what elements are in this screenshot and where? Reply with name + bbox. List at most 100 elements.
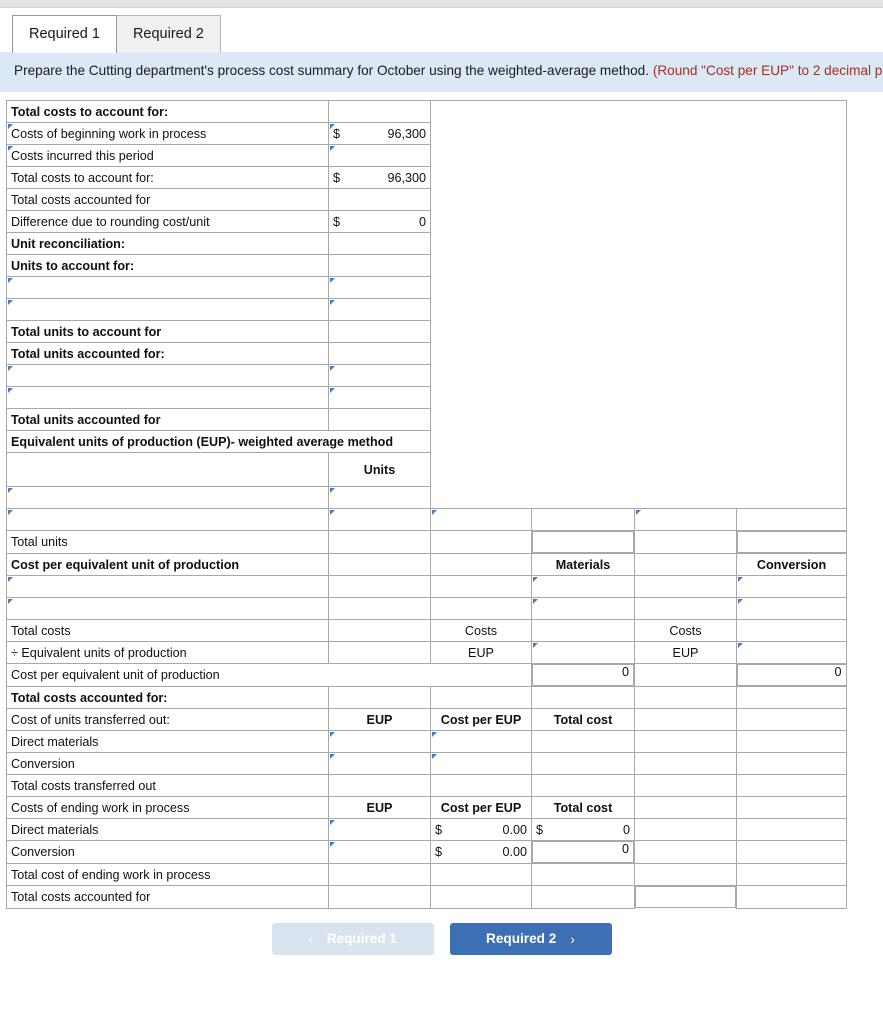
transferred-conversion-cost[interactable] (430, 752, 532, 775)
previous-required-button[interactable]: ‹ Required 1 (271, 922, 434, 955)
value: 0 (622, 822, 630, 837)
table-row: Total units (6, 530, 847, 554)
next-required-button[interactable]: Required 2 › (449, 922, 612, 955)
transferred-conversion-label: Conversion (6, 752, 329, 775)
currency-symbol: $ (435, 822, 443, 837)
ending-wip-h-cost: Cost per EUP (430, 796, 532, 819)
divide-eup-mid2: EUP (634, 641, 737, 664)
cpeu-row2-materials[interactable] (531, 597, 635, 620)
eup-col-blank (6, 452, 329, 487)
ending-direct-materials-total: $0 (531, 818, 635, 841)
transferred-out-c4 (634, 708, 737, 731)
currency-symbol: $ (333, 214, 341, 229)
cpeu-row2-label[interactable] (6, 597, 329, 620)
divide-eup-conversion[interactable] (736, 641, 847, 664)
total-costs-transferred-out-label: Total costs transferred out (6, 774, 329, 797)
eup-total-materials (532, 531, 634, 553)
instruction-banner: Prepare the Cutting department's process… (0, 52, 883, 92)
eup-total-conversion (737, 531, 847, 553)
cpeu-row1-materials[interactable] (531, 575, 635, 598)
units-account-row2-value[interactable] (328, 298, 431, 321)
transferred-conversion-total (531, 752, 635, 775)
ending-direct-materials-eup[interactable] (328, 818, 431, 841)
total-costs-transferred-out-c5 (736, 774, 847, 797)
total-costs-c1 (328, 619, 431, 642)
cpeu-row1-label[interactable] (6, 575, 329, 598)
ending-direct-materials-c4 (634, 818, 737, 841)
total-units-accounted-for-value (328, 408, 431, 431)
units-accounted-row1-label[interactable] (6, 364, 329, 387)
row-costs-beginning-wip-value[interactable]: $96,300 (328, 122, 431, 145)
section1-title-spacer (328, 100, 431, 123)
transferred-direct-materials-cost[interactable] (430, 730, 532, 753)
ending-wip-c4 (634, 796, 737, 819)
units-account-row2-label[interactable] (6, 298, 329, 321)
units-accounted-row2-label[interactable] (6, 386, 329, 409)
cpeu-result-conversion: 0 (737, 664, 847, 686)
total-costs-transferred-out-eup (328, 774, 431, 797)
table-row: Direct materials (6, 730, 847, 753)
section5-spacer-3 (531, 686, 635, 709)
total-cost-ending-wip-label: Total cost of ending work in process (6, 863, 329, 886)
chevron-right-icon: › (570, 930, 575, 947)
row-total-costs-account-value: $96,300 (328, 166, 431, 189)
cpeu-row2-conversion[interactable] (736, 597, 847, 620)
row-costs-beginning-wip-label[interactable]: Costs of beginning work in process (6, 122, 329, 145)
row-total-costs-account-label: Total costs to account for: (6, 166, 329, 189)
transferred-direct-materials-eup[interactable] (328, 730, 431, 753)
transferred-conversion-c5 (736, 752, 847, 775)
tab-required-1[interactable]: Required 1 (12, 15, 117, 53)
eup-row1-label[interactable] (6, 486, 329, 509)
eup-row2-units[interactable] (328, 508, 431, 531)
total-costs-mid1: Costs (430, 619, 532, 642)
ending-conversion-total: 0 (532, 841, 634, 863)
units-accounted-row1-value[interactable] (328, 364, 431, 387)
window-top-strip (0, 0, 883, 8)
eup-row1-units[interactable] (328, 486, 431, 509)
next-required-label: Required 2 (486, 931, 557, 946)
worksheet-container: Total costs to account for: Costs of beg… (0, 92, 883, 909)
divide-eup-c1 (328, 641, 431, 664)
ending-wip-c5 (736, 796, 847, 819)
eup-row2-pct-conversion[interactable] (634, 508, 737, 531)
table-row: Costs of ending work in process EUP Cost… (6, 796, 847, 819)
table-row: Total costs accounted for (6, 885, 847, 909)
eup-total-units-label: Total units (6, 530, 329, 554)
eup-row2-pct-materials[interactable] (430, 508, 532, 531)
ending-wip-label: Costs of ending work in process (6, 796, 329, 819)
eup-total-pct-materials (430, 530, 532, 554)
row-costs-incurred-label[interactable]: Costs incurred this period (6, 144, 329, 167)
total-cost-ending-wip-c5 (736, 863, 847, 886)
divide-eup-materials[interactable] (531, 641, 635, 664)
total-cost-ending-wip-eup (328, 863, 431, 886)
grand-total-eup (328, 885, 431, 909)
eup-row2-label[interactable] (6, 508, 329, 531)
units-account-row1-value[interactable] (328, 276, 431, 299)
total-cost-ending-wip-total (531, 863, 635, 886)
transferred-conversion-eup[interactable] (328, 752, 431, 775)
navigation-bar: ‹ Required 1 Required 2 › (0, 922, 883, 955)
value: 96,300 (387, 126, 426, 141)
table-row: Cost of units transferred out: EUP Cost … (6, 708, 847, 731)
table-row: Direct materials $0.00 $0 (6, 818, 847, 841)
row-total-costs-accounted-label: Total costs accounted for (6, 188, 329, 211)
cpeu-row1-conversion[interactable] (736, 575, 847, 598)
total-costs-transferred-out-total (531, 774, 635, 797)
total-costs-label: Total costs (6, 619, 329, 642)
cpeu-row1-c4 (634, 575, 737, 598)
table-row: Conversion $0.00 0 (6, 840, 847, 864)
process-cost-summary-table: Total costs to account for: Costs of beg… (6, 100, 847, 909)
units-account-row1-label[interactable] (6, 276, 329, 299)
ending-conversion-cost: $0.00 (430, 840, 532, 864)
transferred-direct-materials-c4 (634, 730, 737, 753)
tab-required-2[interactable]: Required 2 (115, 15, 221, 53)
total-costs-materials (531, 619, 635, 642)
row-costs-incurred-value[interactable] (328, 144, 431, 167)
cpeu-result-label: Cost per equivalent unit of production (6, 663, 532, 687)
table-row (6, 597, 847, 620)
section5-spacer-4 (634, 686, 737, 709)
units-accounted-row2-value[interactable] (328, 386, 431, 409)
units-to-account-for-heading: Units to account for: (6, 254, 329, 277)
ending-conversion-eup[interactable] (328, 840, 431, 864)
table-row: Total costs Costs Costs (6, 619, 847, 642)
